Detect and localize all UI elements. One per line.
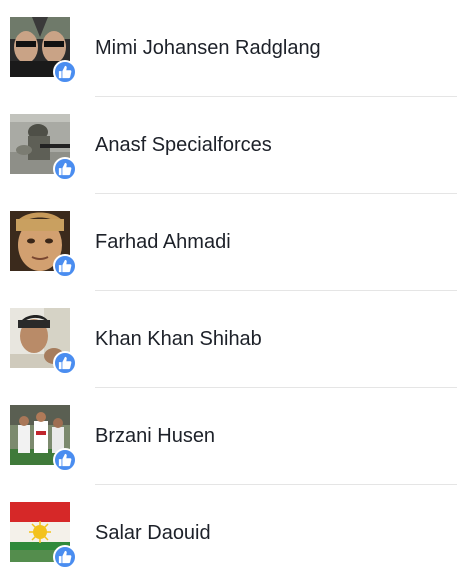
person-name[interactable]: Farhad Ahmadi — [95, 230, 231, 254]
list-item[interactable]: Farhad Ahmadi — [0, 194, 457, 291]
avatar[interactable] — [10, 211, 77, 278]
like-icon — [53, 254, 77, 278]
list-item[interactable]: Khan Khan Shihab — [0, 291, 457, 388]
like-icon — [53, 60, 77, 84]
avatar[interactable] — [10, 405, 77, 472]
avatar[interactable] — [10, 308, 77, 375]
like-icon — [53, 351, 77, 375]
person-name[interactable]: Salar Daouid — [95, 521, 211, 545]
avatar[interactable] — [10, 17, 77, 84]
list-item[interactable]: Salar Daouid — [0, 485, 457, 582]
like-icon — [53, 448, 77, 472]
avatar[interactable] — [10, 502, 77, 569]
person-name[interactable]: Khan Khan Shihab — [95, 327, 262, 351]
avatar[interactable] — [10, 114, 77, 181]
person-name[interactable]: Anasf Specialforces — [95, 133, 272, 157]
like-icon — [53, 545, 77, 569]
list-item[interactable]: Mimi Johansen Radglang — [0, 0, 457, 97]
list-item[interactable]: Anasf Specialforces — [0, 97, 457, 194]
person-name[interactable]: Brzani Husen — [95, 424, 215, 448]
person-name[interactable]: Mimi Johansen Radglang — [95, 36, 321, 60]
like-icon — [53, 157, 77, 181]
list-item[interactable]: Brzani Husen — [0, 388, 457, 485]
